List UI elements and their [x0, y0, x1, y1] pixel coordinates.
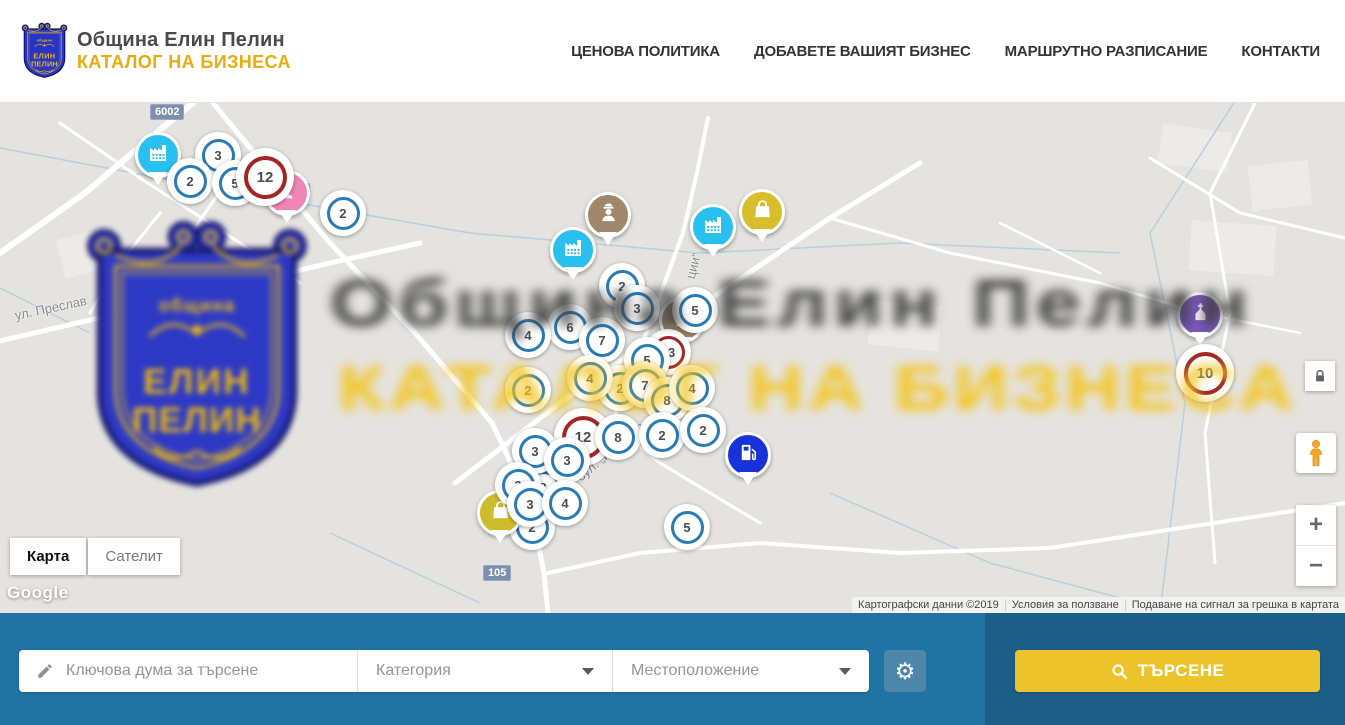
cluster-marker[interactable]: 4 [542, 480, 588, 526]
attribution-link[interactable]: Подаване на сигнал за грешка в картата [1125, 599, 1345, 611]
municipality-crest-logo: община ЕЛИН ПЕЛИН [21, 22, 68, 80]
cluster-count: 2 [687, 414, 720, 447]
cluster-count: 5 [671, 511, 704, 544]
cluster-marker[interactable]: 5 [664, 504, 710, 550]
cluster-count: 4 [512, 319, 545, 352]
cluster-count: 7 [586, 324, 619, 357]
search-icon [1111, 663, 1128, 680]
road-shield-label: 6002 [150, 104, 184, 120]
cluster-count: 12 [244, 156, 287, 199]
church-icon [1189, 301, 1212, 329]
keyword-field [19, 650, 357, 692]
cluster-count: 4 [574, 362, 607, 395]
fuel-category-pin[interactable] [725, 432, 771, 478]
factory-icon [146, 141, 170, 170]
factory-category-pin[interactable] [690, 204, 736, 250]
svg-text:община: община [37, 39, 54, 43]
pencil-icon [36, 662, 54, 680]
map-type-satellite-button[interactable]: Сателит [88, 538, 180, 575]
advanced-settings-button[interactable]: ⚙ [884, 650, 926, 692]
lock-button[interactable] [1305, 361, 1335, 391]
factory-icon [561, 236, 585, 265]
road-shield-label: 105 [483, 565, 511, 581]
search-button[interactable]: ТЪРСЕНЕ [1015, 650, 1320, 692]
cluster-count: 2 [512, 374, 545, 407]
search-button-label: ТЪРСЕНЕ [1138, 661, 1225, 681]
cluster-marker[interactable]: 2 [320, 190, 366, 236]
cluster-marker[interactable]: 3 [544, 437, 590, 483]
factory-icon [701, 213, 725, 242]
worker-icon [597, 201, 620, 229]
zoom-out-button[interactable]: − [1296, 546, 1336, 586]
map-canvas[interactable]: община ЕЛИН ПЕЛИН Община Елин Пелин КАТА… [0, 103, 1345, 613]
shopping-bag-category-pin[interactable] [739, 189, 785, 235]
location-select-value: Местоположение [631, 662, 839, 680]
cluster-count: 8 [602, 421, 635, 454]
nav-item-2[interactable]: МАРШРУТНО РАЗПИСАНИЕ [1005, 43, 1208, 60]
zoom-control: + − [1296, 505, 1336, 586]
worker-category-pin[interactable] [585, 192, 631, 238]
cluster-count: 2 [646, 419, 679, 452]
cluster-marker[interactable]: 4 [567, 355, 613, 401]
cluster-marker[interactable]: 2 [680, 407, 726, 453]
zoom-in-button[interactable]: + [1296, 505, 1336, 546]
search-bar: Категория Местоположение ⚙ ТЪРСЕНЕ [0, 613, 1345, 725]
cluster-marker[interactable]: 2 [639, 412, 685, 458]
cluster-marker[interactable]: 12 [236, 148, 294, 206]
cluster-count: 5 [679, 294, 712, 327]
cluster-marker[interactable]: 2 [505, 367, 551, 413]
map-data-copyright: Картографски данни ©2019 [852, 599, 1005, 611]
cluster-count: 4 [549, 487, 582, 520]
category-select[interactable]: Категория [357, 650, 612, 692]
svg-text:ЕЛИН: ЕЛИН [33, 52, 55, 61]
street-view-pegman-button[interactable] [1296, 433, 1336, 473]
attribution-link[interactable]: Условия за ползване [1005, 599, 1125, 611]
cluster-count: 2 [174, 165, 207, 198]
cluster-count: 4 [676, 372, 709, 405]
cluster-count: 2 [327, 197, 360, 230]
cluster-marker[interactable]: 2 [167, 158, 213, 204]
category-select-value: Категория [376, 662, 582, 680]
search-fields: Категория Местоположение [19, 650, 869, 692]
location-select[interactable]: Местоположение [612, 650, 869, 692]
main-nav: ЦЕНОВА ПОЛИТИКА ДОБАВЕТЕ ВАШИЯТ БИЗНЕС МАР… [571, 43, 1320, 60]
cluster-marker[interactable]: 10 [1176, 344, 1234, 402]
nav-item-0[interactable]: ЦЕНОВА ПОЛИТИКА [571, 43, 720, 60]
map-attribution: Картографски данни ©2019Условия за ползв… [852, 597, 1345, 613]
cluster-count: 3 [621, 292, 654, 325]
svg-text:ПЕЛИН: ПЕЛИН [31, 60, 58, 69]
factory-category-pin[interactable] [550, 227, 596, 273]
chevron-down-icon [582, 668, 594, 675]
cluster-count: 3 [551, 444, 584, 477]
nav-item-1[interactable]: ДОБАВЕТЕ ВАШИЯТ БИЗНЕС [754, 43, 971, 60]
church-category-pin[interactable] [1177, 292, 1223, 338]
map-type-map-button[interactable]: Карта [10, 538, 86, 575]
gear-icon: ⚙ [895, 658, 916, 685]
cluster-count: 10 [1184, 352, 1227, 395]
chevron-down-icon [839, 668, 851, 675]
header: община ЕЛИН ПЕЛИН Община Елин Пелин КАТА… [0, 0, 1345, 103]
shopping-bag-icon [751, 198, 774, 226]
cluster-marker[interactable]: 3 [614, 285, 660, 331]
cluster-marker[interactable]: 5 [672, 287, 718, 333]
google-logo[interactable]: Google [7, 583, 69, 603]
cluster-marker[interactable]: 4 [505, 312, 551, 358]
nav-item-3[interactable]: КОНТАКТИ [1241, 43, 1320, 60]
lock-icon [1312, 368, 1328, 384]
cluster-marker[interactable]: 8 [595, 414, 641, 460]
site-subtitle: КАТАЛОГ НА БИЗНЕСА [77, 52, 291, 73]
keyword-search-input[interactable] [54, 650, 357, 692]
brand-logo[interactable]: община ЕЛИН ПЕЛИН Община Елин Пелин КАТА… [21, 22, 291, 80]
site-title: Община Елин Пелин [77, 29, 291, 52]
pegman-icon [1303, 439, 1329, 467]
map-type-control: Карта Сателит [10, 538, 180, 575]
fuel-icon [737, 441, 760, 469]
cluster-marker[interactable]: 4 [669, 365, 715, 411]
